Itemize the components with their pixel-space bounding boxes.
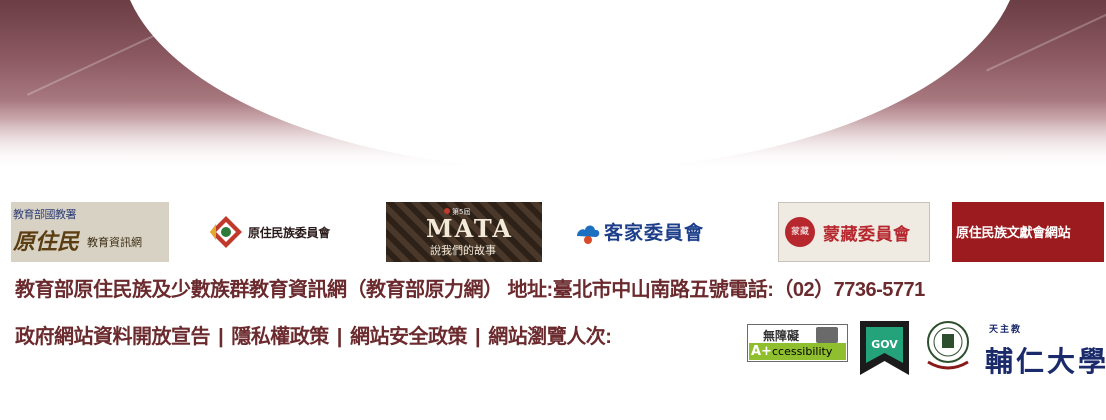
university-emblem <box>924 318 972 374</box>
link-open-data[interactable]: 政府網站資料開放宣告 <box>15 326 211 348</box>
fju-small-text: 天主教 <box>989 325 1023 335</box>
logo-text: 原住民族委員會 <box>248 226 330 240</box>
link-separator: | <box>336 326 343 348</box>
link-security-policy[interactable]: 網站安全政策 <box>350 326 468 348</box>
seal-icon: 蒙藏 <box>785 217 815 247</box>
footer-address: 教育部原住民族及少數族群教育資訊網（教育部原力網） 地址:臺北市中山南路五號電話… <box>15 279 925 301</box>
link-separator: | <box>218 326 224 348</box>
logo-mata-story[interactable]: 第5屆 MATA 說我們的故事 <box>386 202 542 262</box>
logo-hakka-affairs-council[interactable]: 客家委員會 <box>570 202 742 262</box>
emblem-icon <box>927 321 969 370</box>
badge-title: 無障礙 <box>763 329 800 343</box>
logo-mongolian-tibetan-commission[interactable]: 蒙藏 蒙藏委員會 <box>778 202 930 262</box>
link-privacy-policy[interactable]: 隱私權政策 <box>231 326 329 348</box>
logo-text: 原住民族文獻會網站 <box>956 226 1071 241</box>
logo-council-indigenous-peoples[interactable]: 原住民族委員會 <box>200 202 356 262</box>
badge-caption: A+ccessibility <box>749 343 846 360</box>
hand-icon <box>816 327 838 343</box>
logo-subtitle-text: 說我們的故事 <box>430 244 496 257</box>
gov-ribbon-icon: GOV <box>860 321 909 375</box>
hakka-cloud-icon <box>577 225 600 244</box>
hero-banner <box>0 0 1106 170</box>
accessibility-badge[interactable]: 無障礙 A+ccessibility <box>747 324 848 362</box>
badge-text: ccessibility <box>771 345 833 358</box>
logo-title-text: MATA <box>426 214 514 243</box>
logo-text: 蒙藏委員會 <box>823 225 911 245</box>
logo-indigenous-literature-site[interactable]: 原住民族文獻會網站 <box>952 202 1104 262</box>
footer-links: 政府網站資料開放宣告 | 隱私權政策 | 網站安全政策 | 網站瀏覽人次: <box>15 320 612 349</box>
gov-text: GOV <box>871 338 898 351</box>
logo-sub-text: 教育資訊網 <box>87 236 142 249</box>
partner-logo-bar: 教育部國教署 原住民 教育資訊網 原住民族委員會 第5屆 MATA 說我們的故事… <box>0 202 1106 262</box>
logo-text: 客家委員會 <box>604 222 705 244</box>
cip-emblem-icon <box>210 216 242 248</box>
logo-moe-indigenous-edu-net[interactable]: 教育部國教署 原住民 教育資訊網 <box>11 202 169 262</box>
logo-top-text: 教育部國教署 <box>13 208 77 221</box>
fju-name: 輔仁大學 <box>985 345 1106 378</box>
gov-badge[interactable]: GOV <box>860 321 909 375</box>
fju-logo[interactable]: 天主教 輔仁大學 <box>985 322 1106 378</box>
badge-mark: A+ <box>751 344 772 359</box>
logo-main-text: 原住民 <box>13 229 80 255</box>
link-separator: | <box>475 326 481 348</box>
visitor-count-label: 網站瀏覽人次: <box>488 326 612 348</box>
